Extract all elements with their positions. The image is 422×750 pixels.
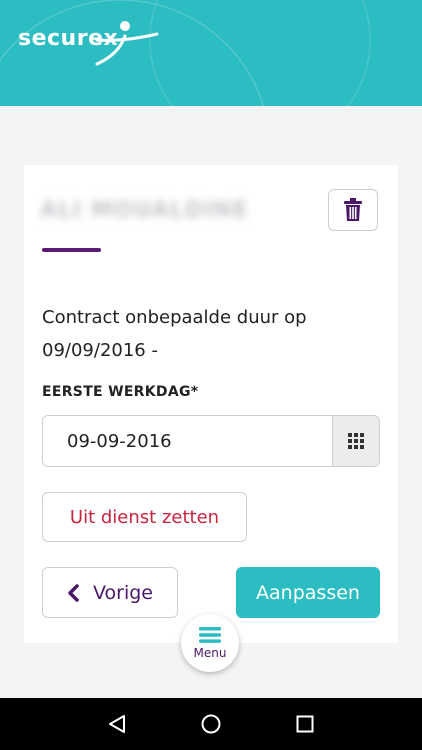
nav-back-button[interactable] xyxy=(97,704,137,744)
delete-button[interactable] xyxy=(328,189,378,231)
nav-recent-button[interactable] xyxy=(285,704,325,744)
title-underline xyxy=(42,248,101,252)
android-navigation-bar xyxy=(0,698,422,750)
triangle-back-icon xyxy=(109,715,125,733)
contract-description: Contract onbepaalde duur op 09/09/2016 - xyxy=(42,307,307,361)
back-button[interactable]: Vorige xyxy=(42,567,178,618)
hamburger-icon xyxy=(199,626,221,643)
edit-button[interactable]: Aanpassen xyxy=(236,567,380,618)
square-recent-icon xyxy=(296,715,314,733)
employee-card: ALI MOUALDINE Contract onbepaalde duur o… xyxy=(24,165,398,643)
employee-name: ALI MOUALDINE xyxy=(40,198,249,223)
nav-home-button[interactable] xyxy=(191,704,231,744)
first-workday-field[interactable]: 09-09-2016 xyxy=(42,415,380,467)
menu-button[interactable]: Menu xyxy=(181,614,239,672)
brand-logo-mark-icon xyxy=(95,21,159,66)
first-workday-input[interactable]: 09-09-2016 xyxy=(43,416,332,466)
trash-icon xyxy=(344,198,362,221)
calendar-grid-icon xyxy=(348,433,364,449)
circle-home-icon xyxy=(201,714,221,734)
chevron-left-icon xyxy=(67,583,79,602)
back-button-label: Vorige xyxy=(93,581,153,604)
first-workday-label: EERSTE WERKDAG* xyxy=(42,384,199,400)
terminate-employment-button[interactable]: Uit dienst zetten xyxy=(42,492,247,542)
calendar-button[interactable] xyxy=(332,416,379,466)
menu-label: Menu xyxy=(193,645,227,660)
app-header: securex xyxy=(0,0,422,106)
header-decoration xyxy=(0,0,371,106)
